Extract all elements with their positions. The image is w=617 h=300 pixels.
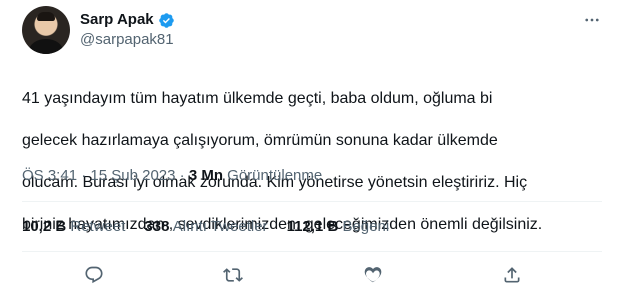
- author-handle[interactable]: @sarpapak81: [80, 31, 175, 49]
- tweet-time[interactable]: ÖS 3:41: [22, 167, 77, 184]
- retweet-label: Retweet: [70, 218, 126, 235]
- divider: [22, 201, 602, 202]
- like-label: Beğeni: [342, 218, 390, 235]
- verified-badge-icon: [158, 12, 175, 29]
- action-bar: [22, 263, 602, 289]
- quote-label: Alıntı Tweetler: [172, 218, 268, 235]
- meta-separator: ·: [77, 167, 91, 184]
- divider: [22, 251, 602, 252]
- like-icon[interactable]: [361, 263, 385, 287]
- like-stat[interactable]: 112,1 B Beğeni: [287, 218, 390, 236]
- meta-separator: ·: [175, 167, 189, 184]
- share-icon[interactable]: [500, 263, 524, 287]
- retweet-count: 10,2 B: [22, 218, 67, 235]
- retweet-stat[interactable]: 10,2 B Retweet: [22, 218, 125, 236]
- more-options-icon[interactable]: [582, 10, 602, 30]
- author-display-name[interactable]: Sarp Apak: [80, 11, 154, 29]
- author-name-row: Sarp Apak: [80, 11, 175, 29]
- quote-stat[interactable]: 338 Alıntı Tweetler: [144, 218, 267, 236]
- author-info: Sarp Apak @sarpapak81: [80, 11, 175, 49]
- views-count: 3 Mn: [188, 167, 223, 184]
- like-count: 112,1 B: [286, 218, 339, 235]
- tweet-header: Sarp Apak @sarpapak81: [22, 6, 602, 56]
- engagement-stats: 10,2 B Retweet 338 Alıntı Tweetler 112,1…: [22, 218, 408, 236]
- reply-icon[interactable]: [82, 263, 106, 287]
- tweet-date[interactable]: 15 Şub 2023: [90, 167, 175, 184]
- tweet-meta: ÖS 3:41 · 15 Şub 2023 · 3 Mn Görüntülenm…: [22, 167, 322, 185]
- retweet-icon[interactable]: [221, 263, 245, 287]
- tweet-text-line: gelecek hazırlamaya çalışıyorum, ömrümün…: [22, 132, 498, 149]
- avatar[interactable]: [22, 6, 70, 54]
- quote-count: 338: [144, 218, 170, 235]
- views-label: Görüntülenme: [227, 167, 323, 184]
- tweet-text-line: 41 yaşındayım tüm hayatım ülkemde geçti,…: [22, 90, 493, 107]
